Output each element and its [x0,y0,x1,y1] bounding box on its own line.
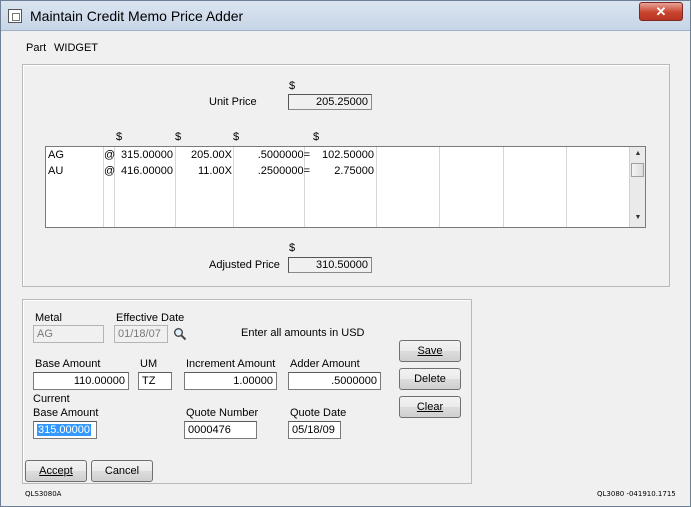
increment-amount-label: Increment Amount [186,358,276,370]
base-amount-field[interactable]: 110.00000 [33,372,129,390]
part-label: Part [26,42,47,54]
scroll-up-icon[interactable]: ▲ [633,150,643,157]
footer-form-id: QLS3080A [25,490,62,498]
detail-entry-group: Metal AG Effective Date 01/18/07 Enter a… [22,299,472,484]
row-base: 416.00000 [121,165,173,177]
dialog-window: Maintain Credit Memo Price Adder ✕ Part … [0,0,691,507]
adjusted-price-field: 310.50000 [288,257,372,273]
accept-button[interactable]: Accept [25,460,87,482]
row-metal: AU [48,165,64,177]
accept-button-label: Accept [39,465,73,477]
close-button[interactable]: ✕ [639,2,683,21]
adjusted-price-currency: $ [289,242,296,254]
title-bar[interactable]: Maintain Credit Memo Price Adder ✕ [1,1,690,31]
current-base-amount-label: Base Amount [33,407,99,419]
adder-amount-field[interactable]: .5000000 [288,372,381,390]
list-header-increment-currency: $ [175,131,182,143]
unit-price-field: 205.25000 [288,94,372,110]
row-adder: .5000000= [257,149,310,161]
footer-version: QL3080 -041910.1715 [597,490,676,498]
quote-date-label: Quote Date [290,407,347,419]
list-row-au[interactable]: AU @ 416.00000 11.00X .2500000= 2.75000 [46,163,632,179]
adjusted-price-label: Adjusted Price [209,259,280,271]
cancel-button-label: Cancel [104,465,140,477]
scroll-thumb[interactable] [631,163,644,177]
list-header-result-currency: $ [313,131,320,143]
delete-button-label: Delete [414,373,446,385]
delete-button[interactable]: Delete [399,368,461,390]
part-value: WIDGET [54,42,98,54]
base-amount-label: Base Amount [35,358,101,370]
row-at: @ [104,165,116,177]
save-button[interactable]: Save [399,340,461,362]
current-base-amount-field[interactable]: 315.00000 [33,421,97,439]
search-icon[interactable] [173,327,187,341]
quote-date-field[interactable]: 05/18/09 [288,421,341,439]
window-title: Maintain Credit Memo Price Adder [30,8,244,24]
um-field[interactable]: TZ [138,372,172,390]
current-label: Current [33,393,70,405]
quote-number-field[interactable]: 0000476 [184,421,257,439]
row-metal: AG [48,149,64,161]
effective-date-label: Effective Date [116,312,185,324]
dialog-client-area: Part WIDGET $ Unit Price 205.25000 $ $ $… [9,31,682,501]
list-row-ag[interactable]: AG @ 315.00000 205.00X .5000000= 102.500… [46,147,632,163]
unit-price-label: Unit Price [209,96,257,108]
metal-adder-list[interactable]: AG @ 315.00000 205.00X .5000000= 102.500… [45,146,646,228]
metal-field: AG [33,325,104,343]
row-at: @ [104,149,116,161]
list-vertical-scrollbar[interactable]: ▲ ▼ [629,147,645,227]
clear-button-label: Clear [416,401,444,413]
um-label: UM [140,358,158,370]
save-button-label: Save [417,345,443,357]
usd-note: Enter all amounts in USD [241,327,365,339]
adder-amount-label: Adder Amount [290,358,360,370]
row-increment: 205.00X [191,149,232,161]
row-result: 102.50000 [322,149,374,161]
row-increment: 11.00X [197,165,232,177]
pricing-summary-group: $ Unit Price 205.25000 $ $ $ $ AG @ 315.… [22,64,670,287]
list-header-adder-currency: $ [233,131,240,143]
increment-amount-field[interactable]: 1.00000 [184,372,277,390]
clear-button[interactable]: Clear [399,396,461,418]
unit-price-currency: $ [289,80,296,92]
list-header-base-currency: $ [116,131,123,143]
metal-label: Metal [35,312,62,324]
row-adder: .2500000= [257,165,310,177]
row-result: 2.75000 [334,165,374,177]
effective-date-field: 01/18/07 [114,325,168,343]
cancel-button[interactable]: Cancel [91,460,153,482]
current-base-amount-value: 315.00000 [37,424,91,436]
scroll-down-icon[interactable]: ▼ [633,214,643,221]
window-icon [8,9,22,23]
row-base: 315.00000 [121,149,173,161]
quote-number-label: Quote Number [186,407,259,419]
